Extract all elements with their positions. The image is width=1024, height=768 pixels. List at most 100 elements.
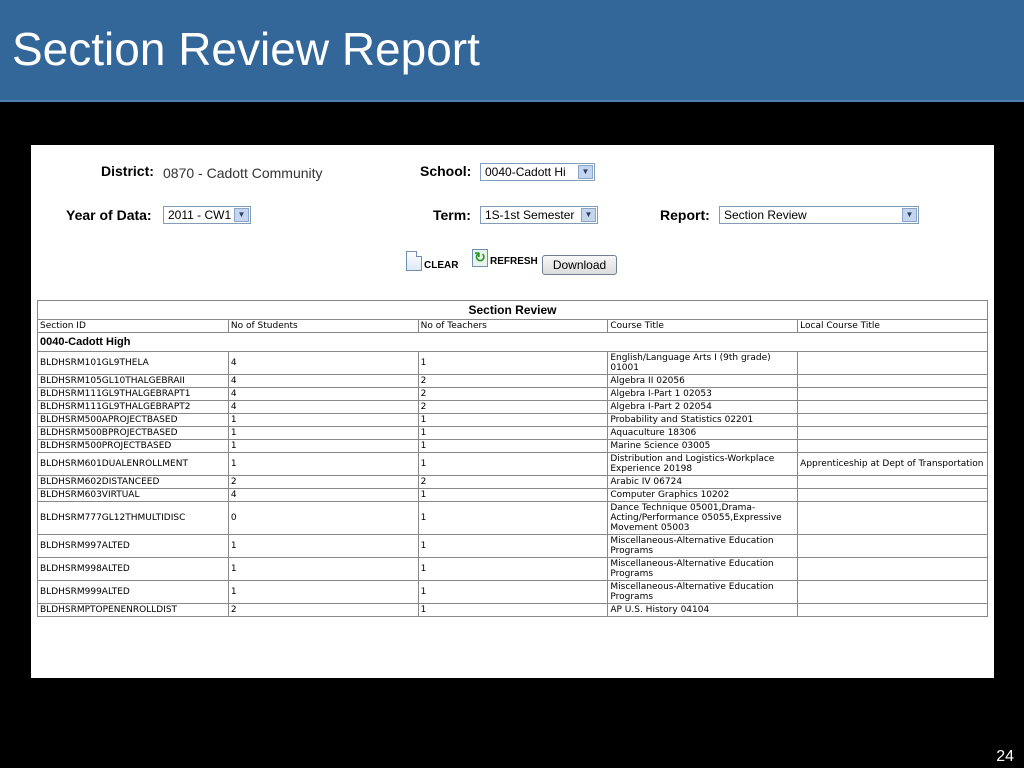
table-cell	[797, 475, 988, 489]
table-cell: Miscellaneous-Alternative Education Prog…	[607, 580, 799, 604]
term-select-value: 1S-1st Semester	[485, 208, 575, 222]
table-row: BLDHSRM101GL9THELA 4 1 English/Language Art…	[37, 351, 988, 375]
clear-button[interactable]: CLEAR	[406, 251, 458, 271]
district-value: 0870 - Cadott Community	[163, 165, 323, 181]
table-cell: 1	[417, 351, 609, 375]
table-cell	[797, 351, 988, 375]
table-row: BLDHSRM500APROJECTBASED 1 1 Probability and…	[37, 413, 988, 427]
table-cell: 1	[227, 413, 419, 427]
chevron-down-icon[interactable]: ▼	[581, 208, 596, 222]
table-cell	[797, 501, 988, 535]
table-cell: 1	[417, 603, 609, 617]
table-cell: English/Language Arts I (9th grade) 0100…	[607, 351, 799, 375]
document-icon	[406, 251, 422, 271]
table-cell: 2	[417, 475, 609, 489]
report-select-value: Section Review	[724, 208, 807, 222]
table-cell: BLDHSRM500PROJECTBASED	[37, 439, 229, 453]
table-row: BLDHSRM999ALTED 1 1 Miscellaneous-Alternati…	[37, 580, 988, 604]
table-cell: Algebra II 02056	[607, 374, 799, 388]
table-row: BLDHSRM105GL10THALGEBRAII 4 2 Algebra II 02…	[37, 374, 988, 388]
table-cell: BLDHSRM998ALTED	[37, 557, 229, 581]
refresh-label: REFRESH	[490, 256, 538, 267]
table-cell: 1	[417, 452, 609, 476]
download-button[interactable]: Download	[542, 255, 617, 275]
school-name: 0040-Cadott High	[37, 332, 988, 352]
report-select[interactable]: Section Review ▼	[719, 206, 919, 224]
table-cell: Algebra I-Part 1 02053	[607, 387, 799, 401]
table-cell: Miscellaneous-Alternative Education Prog…	[607, 557, 799, 581]
table-cell: Dance Technique 05001,Drama-Acting/Perfo…	[607, 501, 799, 535]
table-caption: Section Review	[37, 300, 988, 320]
refresh-button[interactable]: ↻ REFRESH	[472, 249, 538, 267]
table-cell: 1	[417, 426, 609, 440]
table-cell: 1	[417, 534, 609, 558]
column-header: No of Students	[227, 319, 419, 333]
table-cell: 4	[227, 387, 419, 401]
table-cell	[797, 374, 988, 388]
table-cell: 2	[227, 603, 419, 617]
table-cell: Aquaculture 18306	[607, 426, 799, 440]
table-row: BLDHSRM777GL12THMULTIDISC 0 1 Dance Techniq…	[37, 501, 988, 535]
table-row: BLDHSRM997ALTED 1 1 Miscellaneous-Alternati…	[37, 534, 988, 558]
table-cell: Marine Science 03005	[607, 439, 799, 453]
table-cell	[797, 426, 988, 440]
table-cell: Distribution and Logistics-Workplace Exp…	[607, 452, 799, 476]
table-cell	[797, 603, 988, 617]
table-cell: BLDHSRM105GL10THALGEBRAII	[37, 374, 229, 388]
table-cell: BLDHSRM111GL9THALGEBRAPT1	[37, 387, 229, 401]
table-cell: BLDHSRM602DISTANCEED	[37, 475, 229, 489]
table-cell: 1	[227, 452, 419, 476]
table-row: BLDHSRM500BPROJECTBASED 1 1 Aquaculture 183…	[37, 426, 988, 440]
table-cell: 1	[417, 580, 609, 604]
table-row: BLDHSRM603VIRTUAL 4 1 Computer Graphics 102…	[37, 488, 988, 502]
table-cell: 1	[227, 439, 419, 453]
table-cell: Arabic IV 06724	[607, 475, 799, 489]
table-cell	[797, 534, 988, 558]
column-header: Section ID	[37, 319, 229, 333]
table-cell	[797, 557, 988, 581]
chevron-down-icon[interactable]: ▼	[578, 165, 593, 179]
table-cell: 1	[227, 426, 419, 440]
table-cell: BLDHSRMPTOPENENROLLDIST	[37, 603, 229, 617]
table-cell	[797, 400, 988, 414]
table-cell: 2	[417, 387, 609, 401]
report-panel: District: 0870 - Cadott Community School…	[31, 145, 994, 678]
table-cell: BLDHSRM500APROJECTBASED	[37, 413, 229, 427]
table-cell: 4	[227, 351, 419, 375]
table-cell: 2	[417, 400, 609, 414]
table-cell: Algebra I-Part 2 02054	[607, 400, 799, 414]
term-select[interactable]: 1S-1st Semester ▼	[480, 206, 598, 224]
table-cell: Miscellaneous-Alternative Education Prog…	[607, 534, 799, 558]
table-cell: 2	[227, 475, 419, 489]
column-header: Course Title	[607, 319, 799, 333]
table-cell: 1	[227, 534, 419, 558]
table-cell	[797, 580, 988, 604]
table-cell	[797, 413, 988, 427]
table-cell: 1	[227, 557, 419, 581]
chevron-down-icon[interactable]: ▼	[234, 208, 249, 222]
table-cell: 1	[417, 439, 609, 453]
column-header: Local Course Title	[797, 319, 988, 333]
year-select[interactable]: 2011 - CW1 ▼	[163, 206, 251, 224]
table-cell: 4	[227, 374, 419, 388]
table-cell: BLDHSRM997ALTED	[37, 534, 229, 558]
table-cell: Apprenticeship at Dept of Transportation	[797, 452, 988, 476]
chevron-down-icon[interactable]: ▼	[902, 208, 917, 222]
table-cell: BLDHSRM777GL12THMULTIDISC	[37, 501, 229, 535]
table-row: BLDHSRM998ALTED 1 1 Miscellaneous-Alternati…	[37, 557, 988, 581]
table-row: BLDHSRM500PROJECTBASED 1 1 Marine Science 0…	[37, 439, 988, 453]
refresh-icon: ↻	[472, 249, 488, 267]
school-label: School:	[420, 163, 472, 179]
page-number: 24	[996, 748, 1014, 765]
clear-label: CLEAR	[424, 260, 459, 271]
table-cell: Computer Graphics 10202	[607, 488, 799, 502]
school-select[interactable]: 0040-Cadott Hi ▼	[480, 163, 595, 181]
year-label: Year of Data:	[66, 207, 152, 223]
table-cell	[797, 488, 988, 502]
table-cell: 1	[417, 557, 609, 581]
table-cell: 1	[417, 501, 609, 535]
column-header: No of Teachers	[417, 319, 609, 333]
table-cell: 1	[227, 580, 419, 604]
school-row: 0040-Cadott High	[37, 332, 988, 352]
table-cell	[797, 387, 988, 401]
